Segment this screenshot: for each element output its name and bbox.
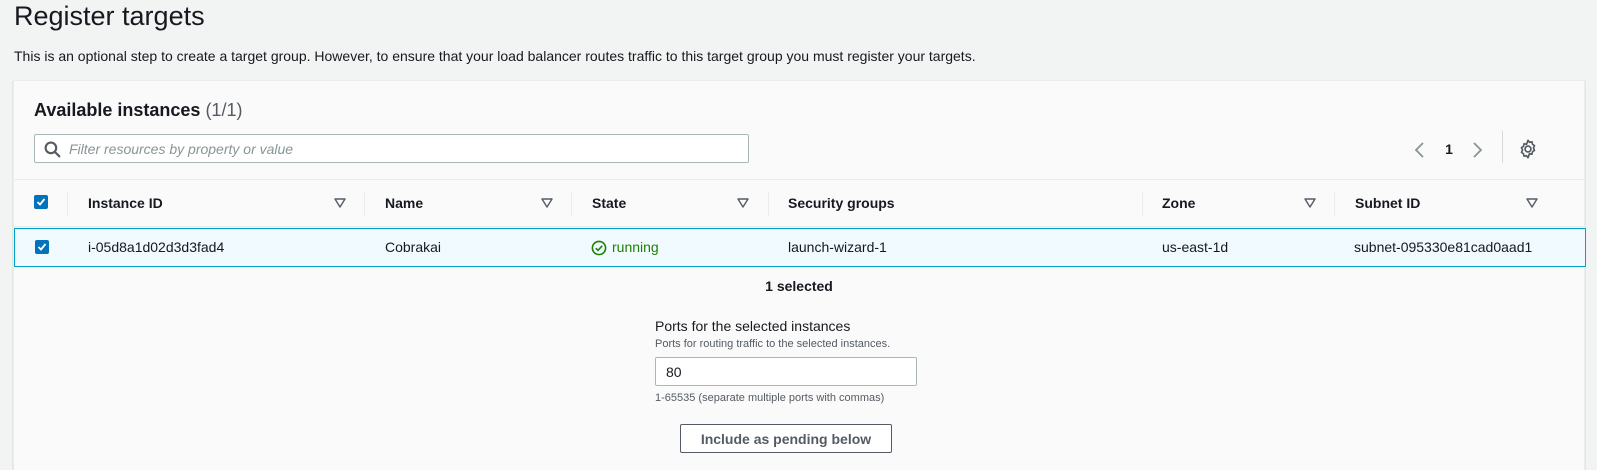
ports-field: Ports for the selected instances Ports f… — [655, 317, 955, 406]
gear-icon[interactable] — [1517, 138, 1539, 160]
column-state[interactable]: State — [592, 180, 626, 227]
row-checkbox[interactable] — [35, 240, 49, 254]
checkbox-checked-icon — [36, 198, 46, 206]
column-separator — [768, 192, 769, 216]
search-icon — [44, 141, 61, 158]
ports-label: Ports for the selected instances — [655, 318, 851, 334]
chevron-left-icon[interactable] — [1410, 139, 1430, 161]
ports-description: Ports for routing traffic to the selecte… — [655, 338, 891, 350]
column-separator — [1334, 192, 1335, 216]
filter-input[interactable] — [69, 135, 739, 162]
include-as-pending-button[interactable]: Include as pending below — [680, 424, 892, 453]
page-number[interactable]: 1 — [1438, 141, 1460, 157]
chevron-right-icon[interactable] — [1467, 139, 1487, 161]
column-subnet-id[interactable]: Subnet ID — [1355, 180, 1420, 227]
cell-name: Cobrakai — [385, 239, 442, 255]
column-zone[interactable]: Zone — [1162, 180, 1195, 227]
page-title: Register targets — [14, 1, 205, 31]
selected-count: 1 selected — [765, 278, 833, 294]
table-header: Instance ID Name State Security groups Z… — [14, 179, 1584, 227]
ports-hint: 1-65535 (separate multiple ports with co… — [655, 392, 885, 404]
column-instance-id[interactable]: Instance ID — [88, 180, 163, 227]
panel-title: Available instances — [34, 100, 201, 120]
cell-security-groups: launch-wizard-1 — [788, 239, 887, 255]
instance-count: (1/1) — [205, 100, 243, 120]
sort-down-icon[interactable] — [541, 197, 553, 209]
cell-zone: us-east-1d — [1162, 239, 1229, 255]
filter-box[interactable] — [34, 134, 749, 163]
check-circle-icon — [591, 240, 607, 256]
cell-state: running — [612, 239, 659, 255]
select-all-checkbox[interactable] — [34, 195, 48, 209]
cell-subnet-id: subnet-095330e81cad0aad1 — [1354, 239, 1533, 255]
sort-down-icon[interactable] — [334, 197, 346, 209]
pager-divider — [1502, 131, 1503, 163]
column-separator — [571, 192, 572, 216]
cell-instance-id: i-05d8a1d02d3d3fad4 — [88, 239, 225, 255]
column-separator — [1142, 192, 1143, 216]
sort-down-icon[interactable] — [1304, 197, 1316, 209]
column-separator — [364, 192, 365, 216]
column-name[interactable]: Name — [385, 180, 423, 227]
ports-input[interactable] — [655, 357, 917, 386]
panel-header: Available instances (1/1) — [34, 99, 242, 121]
sort-down-icon[interactable] — [737, 197, 749, 209]
column-security-groups: Security groups — [788, 195, 895, 211]
table-row[interactable]: i-05d8a1d02d3d3fad4 Cobrakai running lau… — [14, 228, 1586, 267]
sort-down-icon[interactable] — [1526, 197, 1538, 209]
checkbox-checked-icon — [37, 243, 47, 251]
column-separator — [67, 192, 68, 216]
page-description: This is an optional step to create a tar… — [14, 48, 976, 64]
available-instances-panel: Available instances (1/1) 1 Instance ID — [13, 80, 1586, 470]
